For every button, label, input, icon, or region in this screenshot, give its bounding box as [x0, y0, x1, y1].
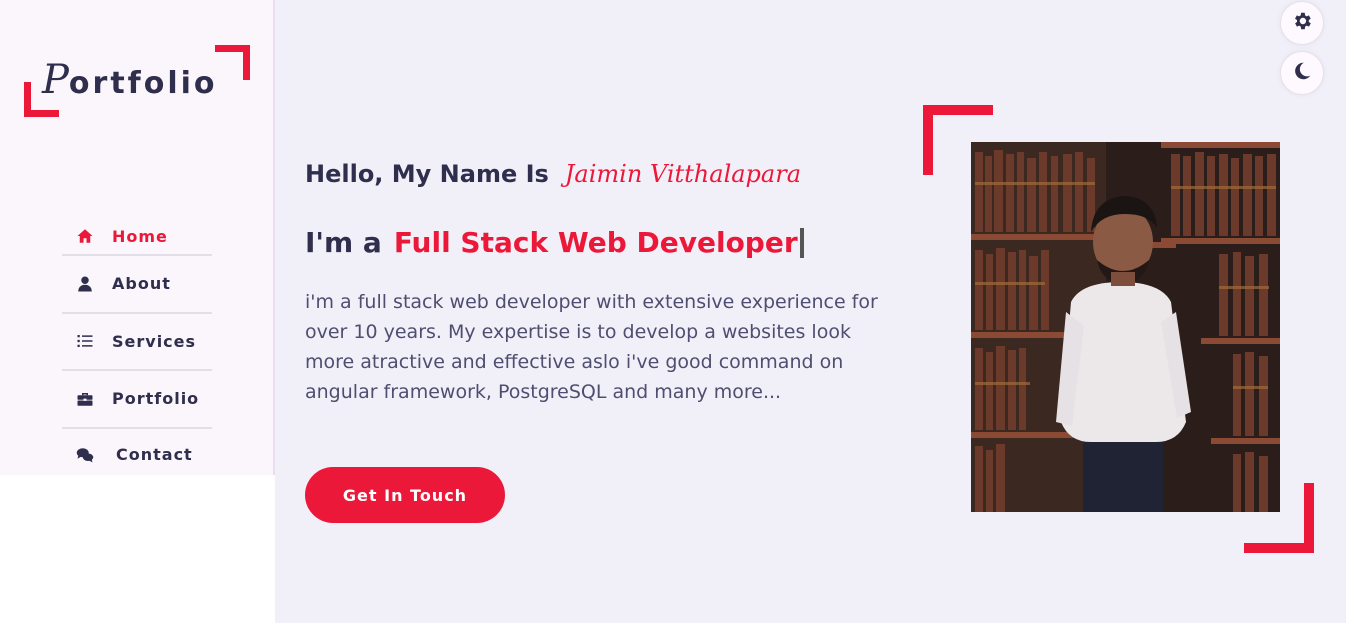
- nav-label-portfolio: Portfolio: [112, 389, 200, 409]
- logo-rest: ortfolio: [68, 66, 218, 101]
- typing-caret: [799, 227, 804, 258]
- sidebar-overflow-area: [0, 475, 275, 623]
- hero-name: Jaimin Vitthalapara: [564, 160, 801, 188]
- sidebar: Portfolio Home About Services Portfolio: [0, 0, 275, 475]
- logo[interactable]: Portfolio: [24, 45, 250, 118]
- nav-label-about: About: [112, 274, 171, 294]
- nav-item-about[interactable]: About: [62, 256, 212, 314]
- user-icon: [76, 275, 94, 293]
- comments-icon: [76, 446, 94, 464]
- profile-photo: [971, 142, 1280, 512]
- list-icon: [76, 332, 94, 350]
- role-prefix: I'm a: [305, 226, 382, 259]
- hero-greeting: Hello, My Name Is Jaimin Vitthalapara: [305, 160, 801, 188]
- profile-photo-illustration: [971, 142, 1280, 512]
- gear-icon: [1291, 10, 1313, 37]
- nav-label-services: Services: [112, 331, 197, 351]
- settings-button[interactable]: [1280, 1, 1324, 45]
- logo-text: Portfolio: [42, 57, 218, 103]
- greeting-text: Hello, My Name Is: [305, 160, 549, 188]
- nav-item-services[interactable]: Services: [62, 314, 212, 371]
- nav-item-home[interactable]: Home: [62, 218, 212, 256]
- hero-description: i'm a full stack web developer with exte…: [305, 291, 878, 403]
- moon-icon: [1291, 60, 1313, 87]
- nav-item-contact[interactable]: Contact: [62, 429, 212, 475]
- home-icon: [76, 227, 94, 245]
- theme-toggle-button[interactable]: [1280, 51, 1324, 95]
- hero-role: Full Stack Web Developer: [393, 226, 798, 259]
- nav-label-contact: Contact: [116, 445, 193, 464]
- main-nav: Home About Services Portfolio Contact: [62, 218, 212, 475]
- nav-label-home: Home: [112, 226, 168, 246]
- get-in-touch-button[interactable]: Get In Touch: [305, 467, 505, 523]
- logo-bracket-right: [215, 45, 250, 80]
- briefcase-icon: [76, 390, 94, 408]
- logo-initial: P: [42, 57, 69, 103]
- hero-role-line: I'm a Full Stack Web Developer: [305, 226, 804, 259]
- nav-item-portfolio[interactable]: Portfolio: [62, 371, 212, 429]
